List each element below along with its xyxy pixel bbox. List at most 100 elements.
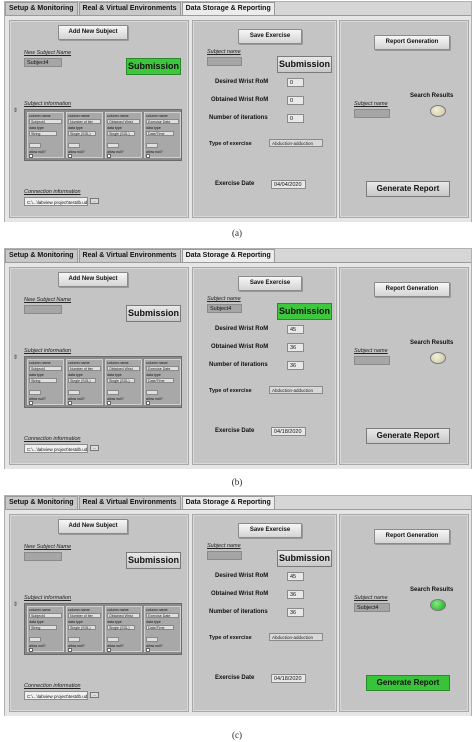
connection-path-input[interactable]: C:\...\labview project\testdb.udl: [24, 197, 88, 206]
size-field[interactable]: [107, 143, 119, 148]
size-field[interactable]: [68, 143, 80, 148]
add-new-subject-button[interactable]: Add New Subject: [58, 25, 128, 40]
column-name-field[interactable]: Subject4: [29, 119, 62, 124]
column-name-field[interactable]: Number of iter: [68, 366, 101, 371]
browse-button[interactable]: ...: [90, 692, 99, 698]
data-type-field[interactable]: Single (SGL): [68, 378, 96, 383]
connection-path-input[interactable]: C:\...\labview project\testdb.udl: [24, 691, 88, 700]
allow-null-checkbox[interactable]: [146, 401, 150, 405]
column-name-field[interactable]: Exercise Date: [146, 613, 179, 618]
report-generation-button[interactable]: Report Generation: [374, 529, 450, 544]
type-of-exercise-select[interactable]: Abduction-adduction: [269, 139, 323, 147]
add-new-subject-button[interactable]: Add New Subject: [58, 519, 128, 534]
cluster-index-icon[interactable]: ⇕: [13, 601, 18, 608]
submission-button[interactable]: Submission: [277, 56, 332, 73]
size-field[interactable]: [107, 637, 119, 642]
column-name-field[interactable]: Subject4: [29, 366, 62, 371]
report-generation-button[interactable]: Report Generation: [374, 35, 450, 50]
number-of-iterations-input[interactable]: 0: [287, 114, 304, 123]
exercise-date-input[interactable]: 04/18/2020: [271, 427, 306, 436]
new-subject-name-input[interactable]: [24, 305, 62, 314]
size-field[interactable]: [107, 390, 119, 395]
allow-null-checkbox[interactable]: [146, 648, 150, 652]
browse-button[interactable]: ...: [90, 198, 99, 204]
column-name-field[interactable]: Obtained Wrist: [107, 366, 140, 371]
new-subject-name-input[interactable]: Subject4: [24, 58, 62, 67]
column-name-field[interactable]: Number of iter: [68, 613, 101, 618]
number-of-iterations-input[interactable]: 36: [287, 608, 304, 617]
size-field[interactable]: [146, 390, 158, 395]
report-subject-name-input[interactable]: [354, 109, 390, 118]
save-exercise-button[interactable]: Save Exercise: [238, 29, 302, 44]
save-exercise-button[interactable]: Save Exercise: [238, 523, 302, 538]
report-subject-name-input[interactable]: [354, 356, 390, 365]
data-type-field[interactable]: String: [29, 378, 57, 383]
column-name-field[interactable]: Number of iter: [68, 119, 101, 124]
column-name-field[interactable]: Subject4: [29, 613, 62, 618]
new-subject-name-input[interactable]: [24, 552, 62, 561]
allow-null-checkbox[interactable]: [107, 648, 111, 652]
data-type-field[interactable]: String: [29, 131, 57, 136]
obtained-wrist-rom-input[interactable]: 36: [287, 590, 304, 599]
desired-wrist-rom-input[interactable]: 45: [287, 572, 304, 581]
tab-data-storage-reporting[interactable]: Data Storage & Reporting: [181, 249, 275, 263]
data-type-field[interactable]: Single (SGL): [68, 625, 96, 630]
tab-setup-monitoring[interactable]: Setup & Monitoring: [5, 496, 78, 509]
data-type-field[interactable]: Single (SGL): [107, 131, 135, 136]
desired-wrist-rom-input[interactable]: 0: [287, 78, 304, 87]
type-of-exercise-select[interactable]: Abduction-adduction: [269, 386, 323, 394]
tab-setup-monitoring[interactable]: Setup & Monitoring: [5, 249, 78, 262]
size-field[interactable]: [29, 390, 41, 395]
tab-data-storage-reporting[interactable]: Data Storage & Reporting: [181, 2, 275, 16]
generate-report-button[interactable]: Generate Report: [366, 675, 450, 691]
browse-button[interactable]: ...: [90, 445, 99, 451]
submission-button[interactable]: Submission: [126, 58, 181, 75]
allow-null-checkbox[interactable]: [107, 154, 111, 158]
generate-report-button[interactable]: Generate Report: [366, 428, 450, 444]
allow-null-checkbox[interactable]: [29, 401, 33, 405]
allow-null-checkbox[interactable]: [29, 154, 33, 158]
submission-button[interactable]: Submission: [277, 303, 332, 320]
add-new-subject-button[interactable]: Add New Subject: [58, 272, 128, 287]
subject-name-input[interactable]: Subject4: [207, 304, 242, 313]
tab-real-virtual-environments[interactable]: Real & Virtual Environments: [78, 496, 181, 509]
subject-name-input[interactable]: [207, 57, 242, 66]
size-field[interactable]: [29, 143, 41, 148]
allow-null-checkbox[interactable]: [29, 648, 33, 652]
tab-real-virtual-environments[interactable]: Real & Virtual Environments: [78, 249, 181, 262]
size-field[interactable]: [68, 637, 80, 642]
size-field[interactable]: [146, 637, 158, 642]
obtained-wrist-rom-input[interactable]: 0: [287, 96, 304, 105]
size-field[interactable]: [29, 637, 41, 642]
column-name-field[interactable]: Obtained Wrist: [107, 119, 140, 124]
allow-null-checkbox[interactable]: [146, 154, 150, 158]
allow-null-checkbox[interactable]: [107, 401, 111, 405]
report-generation-button[interactable]: Report Generation: [374, 282, 450, 297]
data-type-field[interactable]: Single (SGL): [68, 131, 96, 136]
submission-button[interactable]: Submission: [126, 552, 181, 569]
size-field[interactable]: [68, 390, 80, 395]
data-type-field[interactable]: String: [29, 625, 57, 630]
report-subject-name-input[interactable]: Subject4: [354, 603, 390, 612]
allow-null-checkbox[interactable]: [68, 154, 72, 158]
submission-button[interactable]: Submission: [126, 305, 181, 322]
generate-report-button[interactable]: Generate Report: [366, 181, 450, 197]
tab-data-storage-reporting[interactable]: Data Storage & Reporting: [181, 496, 275, 510]
data-type-field[interactable]: Date/Time: [146, 625, 174, 630]
save-exercise-button[interactable]: Save Exercise: [238, 276, 302, 291]
data-type-field[interactable]: Date/Time: [146, 378, 174, 383]
subject-name-input[interactable]: [207, 551, 242, 560]
data-type-field[interactable]: Single (SGL): [107, 625, 135, 630]
cluster-index-icon[interactable]: ⇕: [13, 107, 18, 114]
column-name-field[interactable]: Exercise Date: [146, 366, 179, 371]
obtained-wrist-rom-input[interactable]: 36: [287, 343, 304, 352]
connection-path-input[interactable]: C:\...\labview project\testdb.udl: [24, 444, 88, 453]
exercise-date-input[interactable]: 04/18/2020: [271, 674, 306, 683]
tab-setup-monitoring[interactable]: Setup & Monitoring: [5, 2, 78, 15]
data-type-field[interactable]: Date/Time: [146, 131, 174, 136]
column-name-field[interactable]: Obtained Wrist: [107, 613, 140, 618]
column-name-field[interactable]: Exercise Date: [146, 119, 179, 124]
tab-real-virtual-environments[interactable]: Real & Virtual Environments: [78, 2, 181, 15]
allow-null-checkbox[interactable]: [68, 648, 72, 652]
cluster-index-icon[interactable]: ⇕: [13, 354, 18, 361]
